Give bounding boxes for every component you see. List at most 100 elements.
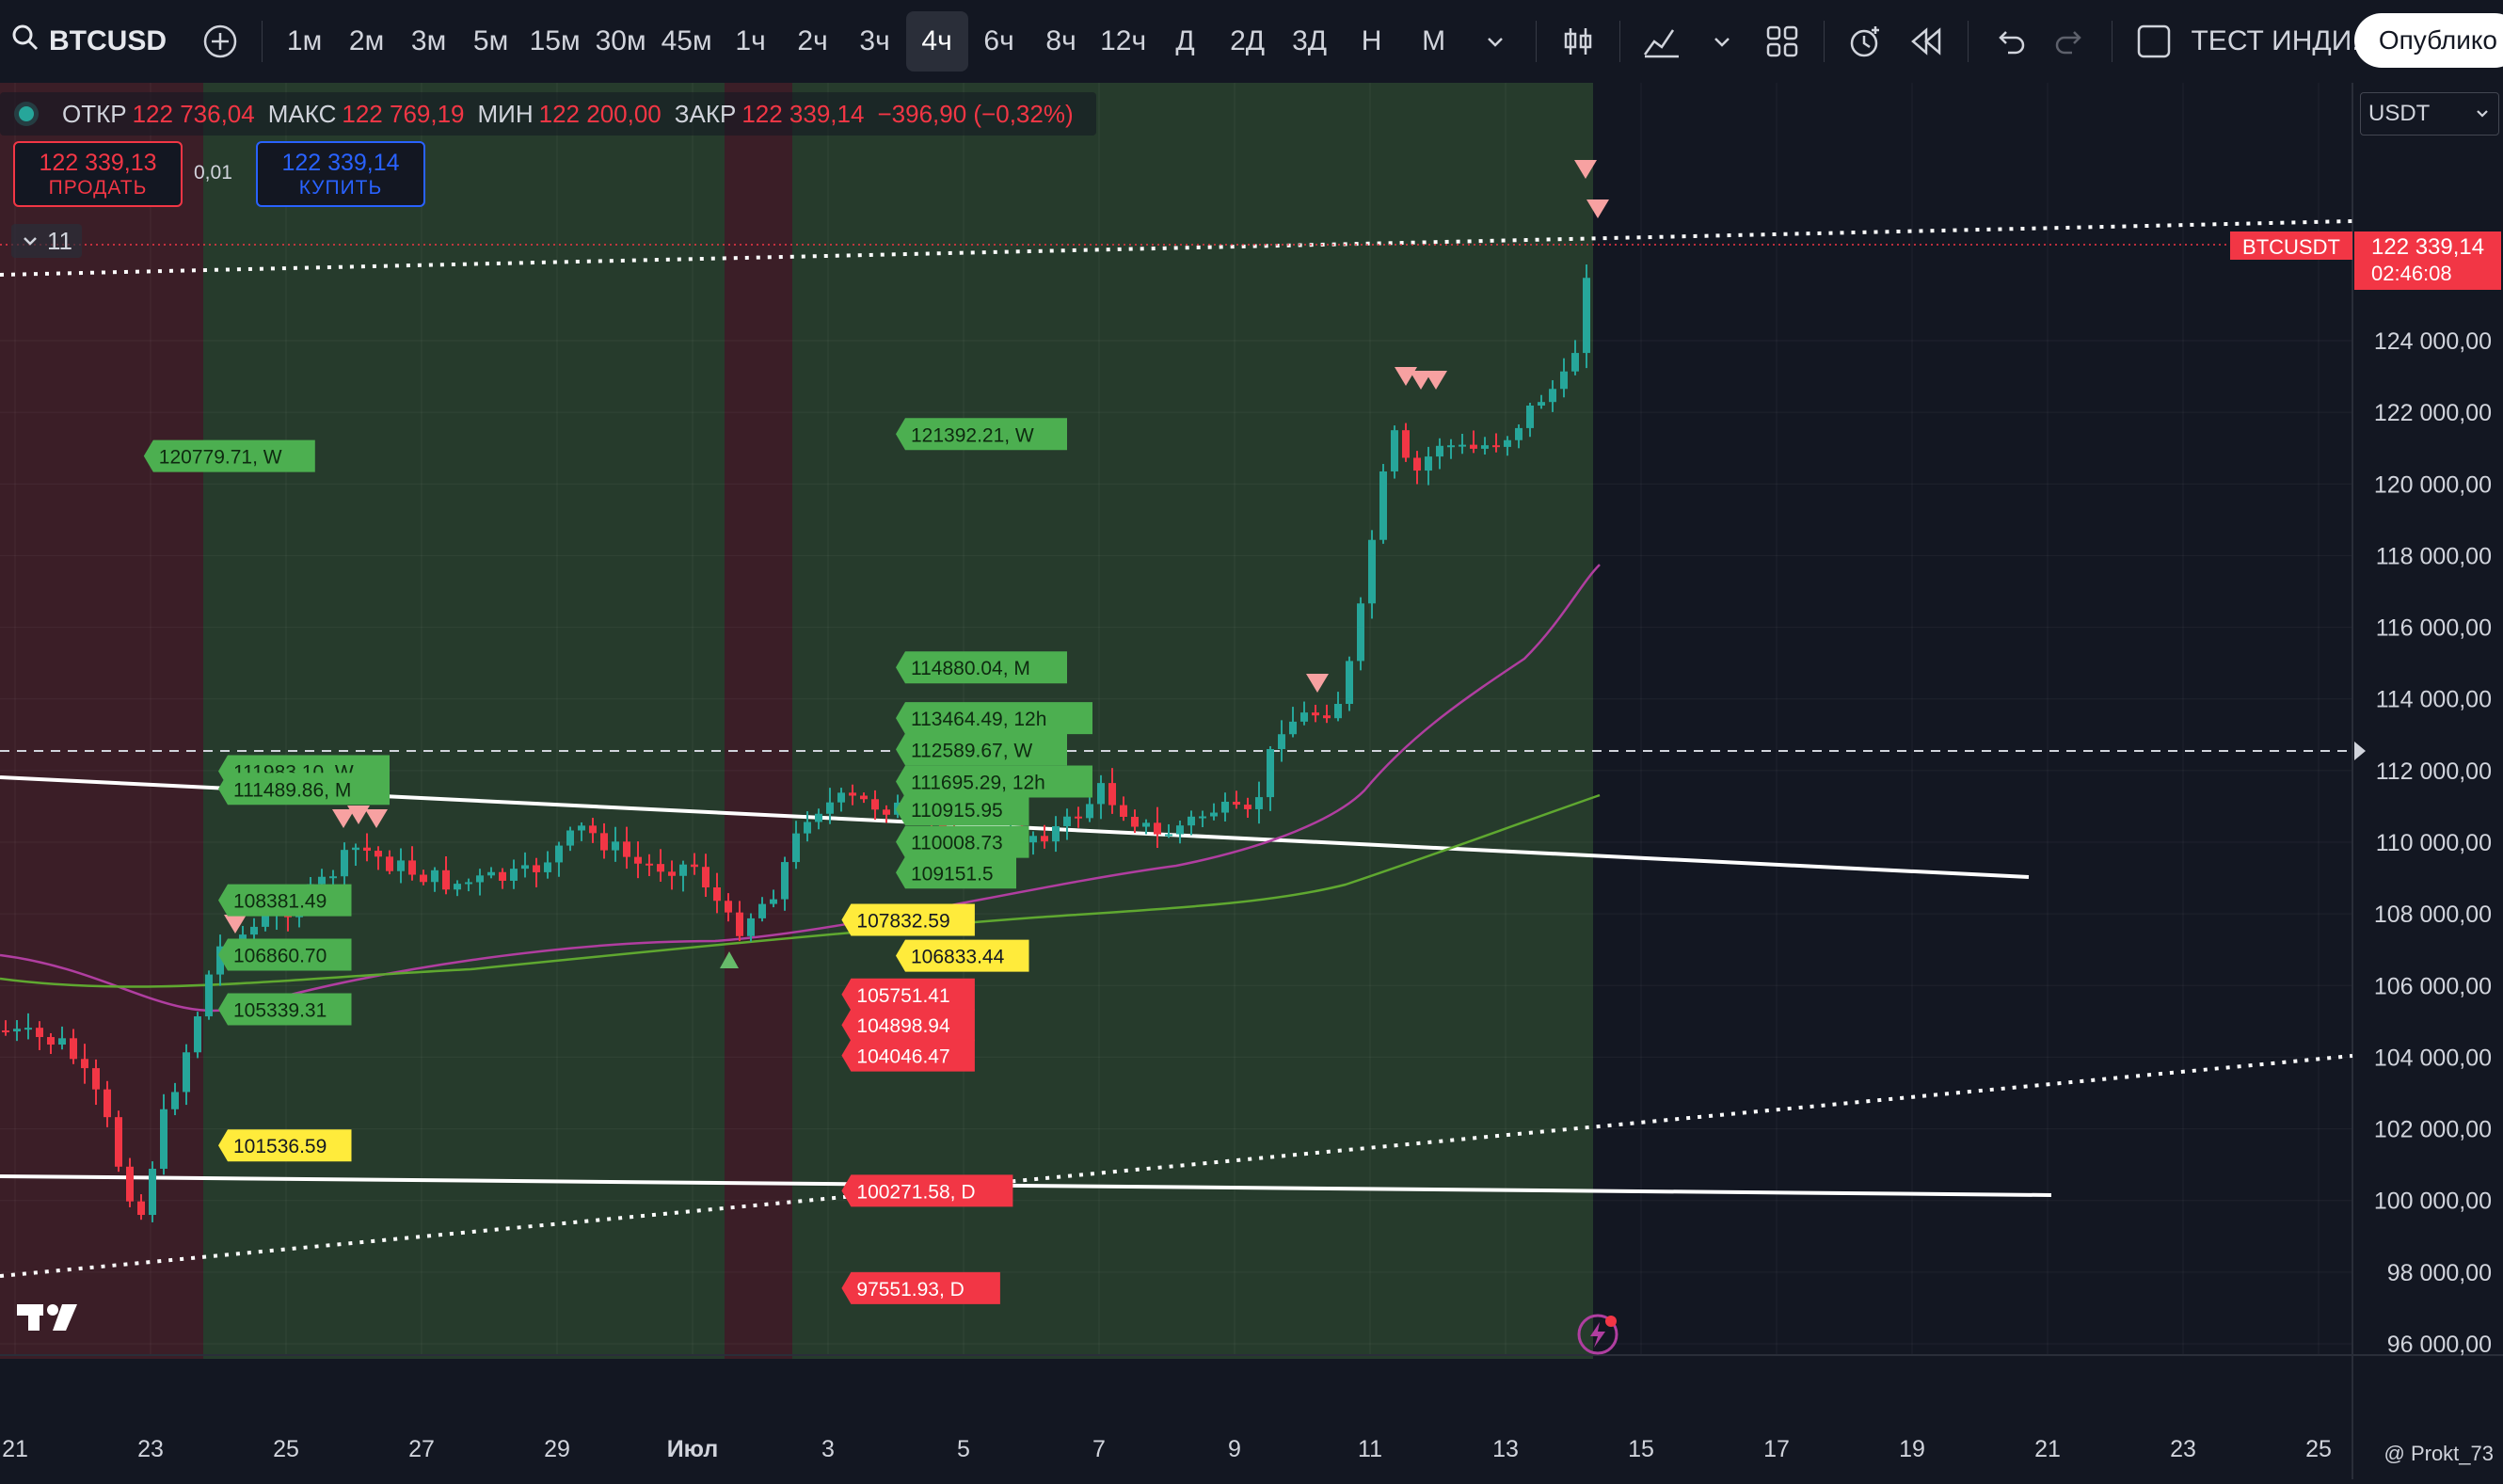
sell-button[interactable]: 122 339,13 ПРОДАТЬ <box>13 141 183 207</box>
level-label[interactable]: 114880.04, M <box>911 658 1030 679</box>
candle-body <box>92 1068 100 1090</box>
interval-button[interactable]: 4ч <box>905 11 968 72</box>
price-badge-value: 122 339,14 <box>2371 234 2484 260</box>
level-label[interactable]: 101536.59 <box>233 1136 327 1157</box>
interval-button[interactable]: 6ч <box>968 11 1030 72</box>
interval-button[interactable]: 8ч <box>1030 11 1092 72</box>
indicators-icon[interactable] <box>1632 11 1692 72</box>
level-label[interactable]: 104046.47 <box>856 1046 949 1068</box>
interval-button[interactable]: 3ч <box>844 11 906 72</box>
interval-button[interactable]: 45м <box>654 11 720 72</box>
indicators-count: 11 <box>47 226 72 255</box>
redo-icon[interactable] <box>2040 11 2100 72</box>
candle-body <box>194 1016 201 1053</box>
price-scale-label: 118 000,00 <box>2376 543 2492 569</box>
candle-body <box>815 813 822 822</box>
toolbar-divider <box>1967 21 1969 62</box>
interval-button[interactable]: 15м <box>522 11 588 72</box>
level-label[interactable]: 106833.44 <box>911 947 1005 968</box>
candles-icon[interactable] <box>1548 11 1608 72</box>
level-label[interactable]: 108381.49 <box>233 891 327 913</box>
candle-body <box>849 792 856 796</box>
candle-body <box>1267 749 1274 798</box>
interval-button[interactable]: 12ч <box>1092 11 1155 72</box>
layouts-grid-icon[interactable] <box>1752 11 1812 72</box>
price-scale-label: 104 000,00 <box>2374 1045 2492 1071</box>
interval-button[interactable]: 2ч <box>782 11 844 72</box>
candle-body <box>578 825 585 831</box>
level-label[interactable]: 104898.94 <box>856 1015 950 1037</box>
candle-body <box>781 862 789 900</box>
candle-body <box>1075 816 1082 819</box>
interval-button[interactable]: 1м <box>274 11 336 72</box>
interval-button[interactable]: Д <box>1155 11 1217 72</box>
chart-area[interactable]: 120779.71, W 121392.21, W 114880.04, M 1134… <box>0 83 2503 1479</box>
level-label[interactable]: 105339.31 <box>233 999 327 1021</box>
tv-logo-icon <box>28 1304 40 1331</box>
replay-icon[interactable] <box>1896 11 1956 72</box>
change-value: −396,90 (−0,32%) <box>877 99 1074 128</box>
candle-body <box>1391 430 1398 471</box>
chevron-down-icon[interactable] <box>1465 11 1525 72</box>
interval-button[interactable]: М <box>1403 11 1465 72</box>
candle-body <box>1334 703 1342 719</box>
time-axis-label: Июл <box>667 1436 719 1462</box>
level-label[interactable]: 97551.93, D <box>856 1279 964 1300</box>
candle-body <box>104 1089 111 1118</box>
compare-add-icon[interactable] <box>190 11 250 72</box>
checkbox-icon[interactable] <box>2124 11 2184 72</box>
symbol-search[interactable]: BTCUSD <box>0 24 190 59</box>
level-label[interactable]: 112589.67, W <box>911 740 1032 761</box>
interval-button[interactable]: 3Д <box>1279 11 1341 72</box>
visibility-dot-icon[interactable] <box>19 106 34 121</box>
ohlc-legend: ОТКР 122 736,04 МАКС 122 769,19 МИН 122 … <box>0 92 1096 136</box>
green-zone <box>203 83 725 1359</box>
chevron-down-icon[interactable] <box>1692 11 1752 72</box>
interval-list: 1м 2м 3м 5м 15м 30м 45м 1ч 2ч 3ч 4ч 6ч 8ч 12ч Д 2Д 3Д Н М <box>274 11 1465 72</box>
level-label[interactable]: 120779.71, W <box>159 447 282 469</box>
candle-body <box>747 918 755 936</box>
interval-button[interactable]: 5м <box>460 11 522 72</box>
candle-body <box>837 792 845 803</box>
high-label: МАКС <box>267 99 337 128</box>
candle-body <box>566 830 574 846</box>
level-label[interactable]: 105751.41 <box>856 985 949 1007</box>
chevron-down-icon <box>24 237 37 246</box>
publish-button[interactable]: Опублико <box>2353 13 2503 68</box>
currency-select[interactable]: USDT <box>2360 92 2499 136</box>
price-scale-label: 108 000,00 <box>2374 902 2492 928</box>
level-label[interactable]: 107832.59 <box>856 911 949 933</box>
level-label[interactable]: 106860.70 <box>233 946 327 967</box>
candle-body <box>510 869 518 881</box>
level-label[interactable]: 121392.21, W <box>911 424 1034 446</box>
interval-button[interactable]: 1ч <box>720 11 782 72</box>
candle-body <box>533 865 540 872</box>
level-label[interactable]: 113464.49, 12h <box>911 709 1046 730</box>
level-label[interactable]: 110008.73 <box>911 833 1003 854</box>
level-label[interactable]: 109151.5 <box>911 863 994 885</box>
interval-button[interactable]: 2м <box>336 11 398 72</box>
interval-button[interactable]: Н <box>1341 11 1403 72</box>
open-value: 122 736,04 <box>132 99 255 128</box>
level-label[interactable]: 110915.95 <box>911 800 1003 822</box>
interval-button[interactable]: 2Д <box>1217 11 1279 72</box>
interval-button[interactable]: 30м <box>588 11 654 72</box>
spread-value: 0,01 <box>194 162 232 184</box>
toolbar-divider <box>261 21 263 62</box>
candle-body <box>149 1169 156 1216</box>
buy-label: КУПИТЬ <box>298 176 383 199</box>
level-label[interactable]: 100271.58, D <box>856 1181 975 1203</box>
candle-body <box>318 876 326 885</box>
time-axis-label: 19 <box>1899 1436 1925 1462</box>
price-chart[interactable]: 120779.71, W 121392.21, W 114880.04, M 1134… <box>0 83 2503 1479</box>
level-label[interactable]: 111489.86, M <box>233 779 351 801</box>
alert-clock-icon[interactable] <box>1836 11 1896 72</box>
candle-body <box>431 870 438 883</box>
interval-button[interactable]: 3м <box>398 11 460 72</box>
indicators-collapse-button[interactable]: 11 <box>11 224 82 258</box>
candle-body <box>713 887 721 902</box>
buy-button[interactable]: 122 339,14 КУПИТЬ <box>256 141 425 207</box>
undo-icon[interactable] <box>1980 11 2040 72</box>
candle-body <box>1526 405 1534 428</box>
level-label[interactable]: 111695.29, 12h <box>911 772 1045 793</box>
